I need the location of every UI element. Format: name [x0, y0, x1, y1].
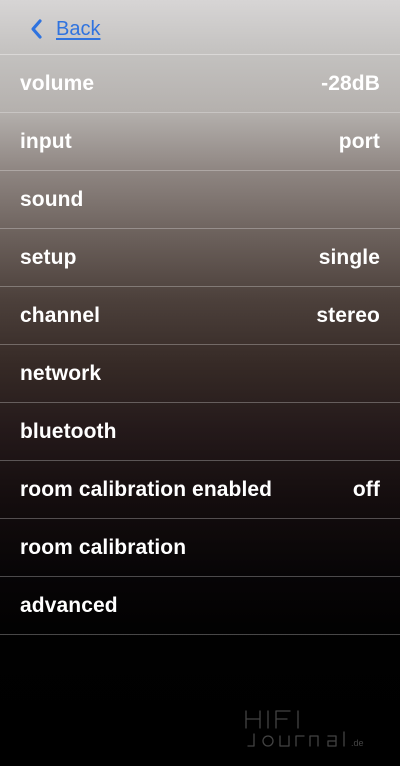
settings-screen: Back volume -28dB input port sound setup…: [0, 0, 400, 766]
back-button[interactable]: Back: [28, 15, 100, 43]
menu-item-sound[interactable]: sound: [0, 171, 400, 229]
settings-menu: volume -28dB input port sound setup sing…: [0, 55, 400, 635]
back-label: Back: [56, 18, 101, 40]
chevron-left-icon: [28, 18, 44, 40]
menu-item-label: room calibration enabled: [20, 478, 273, 501]
menu-item-label: volume: [20, 72, 95, 95]
menu-item-bluetooth[interactable]: bluetooth: [0, 403, 400, 461]
menu-item-room-calibration[interactable]: room calibration: [0, 519, 400, 577]
menu-item-network[interactable]: network: [0, 345, 400, 403]
menu-item-value: port: [338, 130, 380, 153]
menu-item-label: network: [20, 362, 102, 385]
menu-item-value: -28dB: [321, 72, 380, 95]
menu-item-setup[interactable]: setup single: [0, 229, 400, 287]
menu-item-label: channel: [20, 304, 101, 327]
menu-item-label: input: [20, 130, 72, 153]
navigation-bar: Back: [0, 0, 400, 55]
menu-item-label: advanced: [20, 594, 118, 617]
menu-item-volume[interactable]: volume -28dB: [0, 55, 400, 113]
hifi-journal-watermark-logo: .de: [245, 710, 364, 748]
menu-item-room-calibration-enabled[interactable]: room calibration enabled off: [0, 461, 400, 519]
menu-item-input[interactable]: input port: [0, 113, 400, 171]
menu-item-advanced[interactable]: advanced: [0, 577, 400, 635]
menu-item-label: setup: [20, 246, 77, 269]
svg-text:.de: .de: [351, 738, 364, 748]
menu-item-label: sound: [20, 188, 84, 211]
menu-item-value: off: [352, 478, 380, 501]
menu-item-label: room calibration: [20, 536, 187, 559]
menu-item-value: stereo: [316, 304, 380, 327]
menu-item-value: single: [318, 246, 380, 269]
menu-item-label: bluetooth: [20, 420, 117, 443]
menu-item-channel[interactable]: channel stereo: [0, 287, 400, 345]
